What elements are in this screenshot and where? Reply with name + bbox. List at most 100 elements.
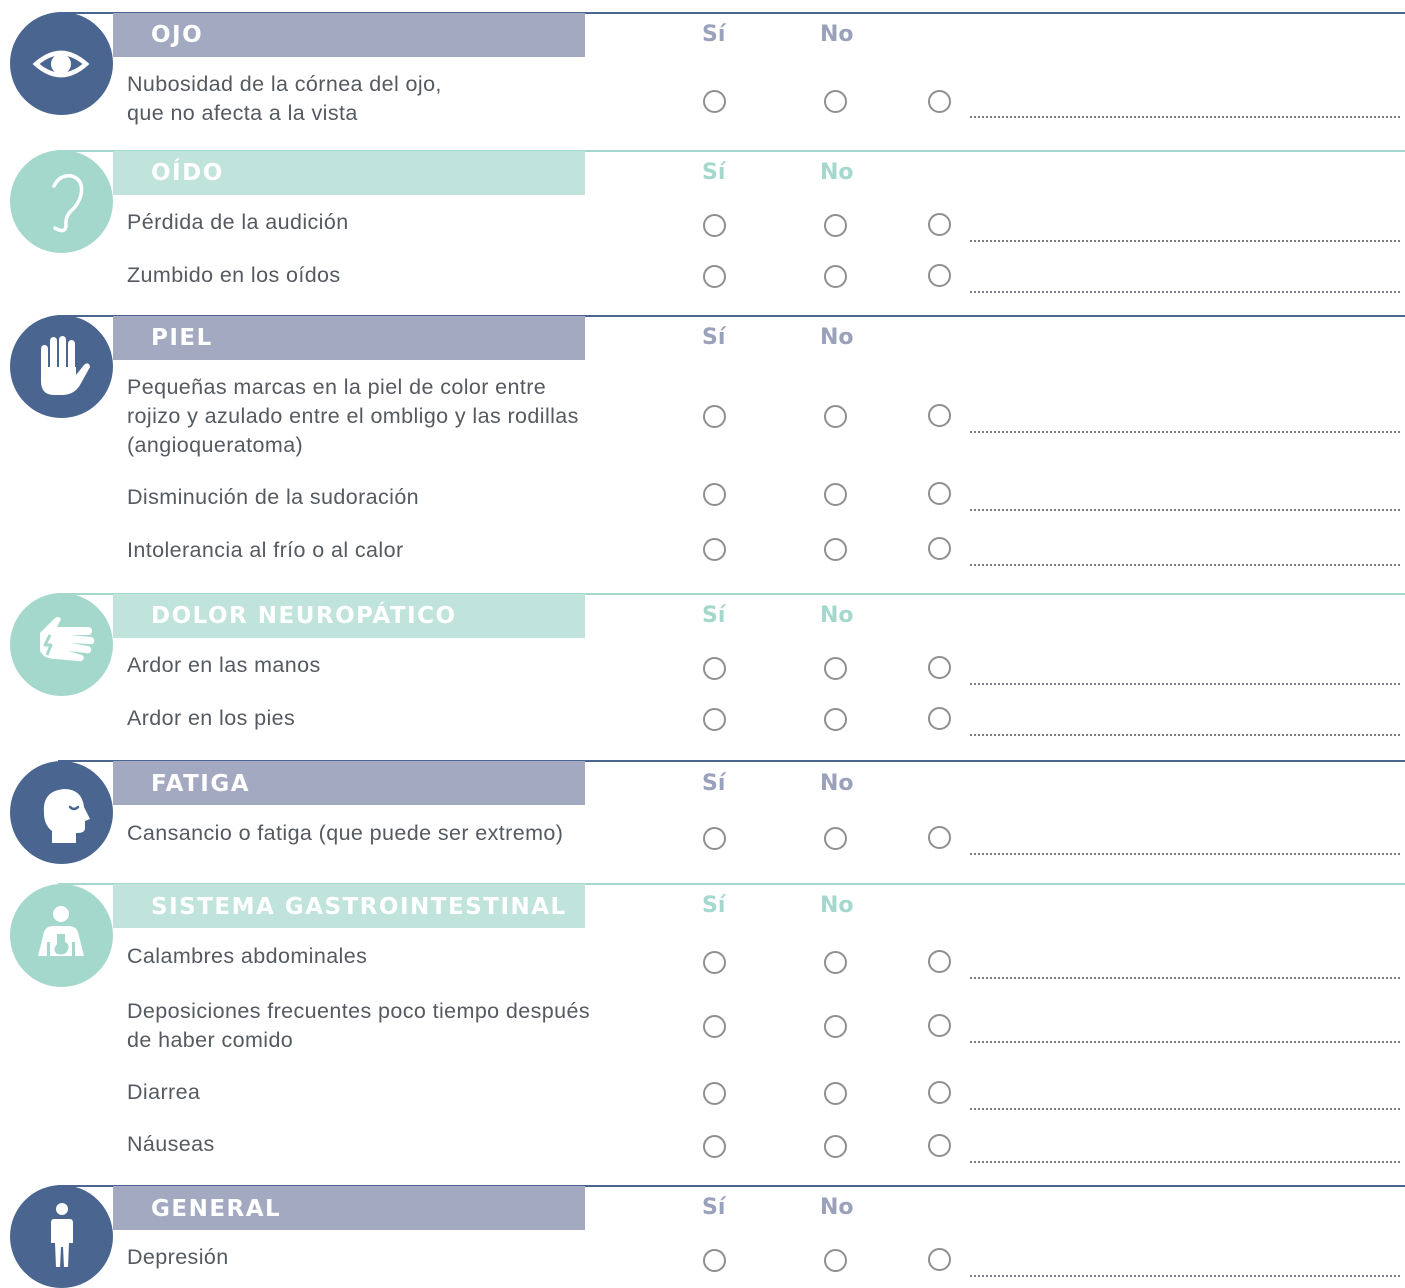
section-title: DOLOR NEUROPÁTICO [151, 603, 457, 629]
no-radio[interactable] [824, 1249, 847, 1272]
question-text: Disminución de la sudoración [127, 485, 420, 509]
question-text: Intolerancia al frío o al calor [127, 538, 404, 562]
other-radio[interactable] [928, 482, 951, 505]
person-icon [51, 1203, 73, 1267]
notes-line[interactable] [970, 853, 1400, 855]
other-radio[interactable] [928, 404, 951, 427]
other-radio[interactable] [928, 264, 951, 287]
no-header: No [820, 603, 854, 628]
yes-radio[interactable] [703, 951, 726, 974]
notes-line[interactable] [970, 431, 1400, 433]
yes-header: Sí [702, 160, 726, 185]
notes-line[interactable] [970, 116, 1400, 118]
no-radio[interactable] [824, 483, 847, 506]
question-text: Cansancio o fatiga (que puede ser extrem… [127, 821, 564, 845]
section-title: PIEL [151, 325, 213, 351]
section-title: OÍDO [151, 160, 224, 186]
other-radio[interactable] [928, 213, 951, 236]
section-icon-circle [10, 593, 113, 696]
notes-line[interactable] [970, 977, 1400, 979]
no-radio[interactable] [824, 951, 847, 974]
other-radio[interactable] [928, 90, 951, 113]
question-text: Zumbido en los oídos [127, 263, 341, 287]
notes-line[interactable] [970, 734, 1400, 736]
yes-radio[interactable] [703, 827, 726, 850]
other-radio[interactable] [928, 707, 951, 730]
notes-line[interactable] [970, 509, 1400, 511]
yes-header: Sí [702, 893, 726, 918]
section-title: FATIGA [151, 771, 251, 797]
yes-header: Sí [702, 771, 726, 796]
other-radio[interactable] [928, 950, 951, 973]
notes-line[interactable] [970, 1275, 1400, 1277]
question-text: Calambres abdominales [127, 944, 368, 968]
question-text: Pérdida de la audición [127, 210, 349, 234]
other-radio[interactable] [928, 656, 951, 679]
question-text: Náuseas [127, 1132, 215, 1156]
no-radio[interactable] [824, 657, 847, 680]
no-header: No [820, 325, 854, 350]
other-radio[interactable] [928, 1014, 951, 1037]
no-radio[interactable] [824, 708, 847, 731]
no-radio[interactable] [824, 90, 847, 113]
notes-line[interactable] [970, 1108, 1400, 1110]
question-text: Depresión [127, 1245, 229, 1269]
torso-stomach-icon [38, 906, 84, 956]
notes-line[interactable] [970, 1041, 1400, 1043]
eye-icon [32, 50, 90, 78]
no-radio[interactable] [824, 265, 847, 288]
yes-radio[interactable] [703, 708, 726, 731]
notes-line[interactable] [970, 564, 1400, 566]
no-header: No [820, 22, 854, 47]
question-text: Ardor en las manos [127, 653, 321, 677]
yes-radio[interactable] [703, 405, 726, 428]
notes-line[interactable] [970, 1161, 1400, 1163]
yes-radio[interactable] [703, 90, 726, 113]
no-header: No [820, 771, 854, 796]
notes-line[interactable] [970, 683, 1400, 685]
question-text: Ardor en los pies [127, 706, 296, 730]
no-radio[interactable] [824, 1015, 847, 1038]
yes-radio[interactable] [703, 265, 726, 288]
notes-line[interactable] [970, 240, 1400, 242]
yes-radio[interactable] [703, 214, 726, 237]
no-header: No [820, 1195, 854, 1220]
yes-header: Sí [702, 22, 726, 47]
notes-line[interactable] [970, 291, 1400, 293]
hand-icon [41, 336, 90, 395]
section-title: OJO [151, 22, 204, 48]
question-text: Nubosidad de la córnea del ojo, que no a… [127, 72, 442, 125]
other-radio[interactable] [928, 826, 951, 849]
question-text: Deposiciones frecuentes poco tiempo desp… [127, 999, 590, 1052]
yes-radio[interactable] [703, 483, 726, 506]
yes-radio[interactable] [703, 657, 726, 680]
yes-radio[interactable] [703, 1135, 726, 1158]
yes-header: Sí [702, 325, 726, 350]
yes-radio[interactable] [703, 1082, 726, 1105]
other-radio[interactable] [928, 537, 951, 560]
section-title: GENERAL [151, 1196, 282, 1222]
no-header: No [820, 893, 854, 918]
section-icon-circle [10, 315, 113, 418]
other-radio[interactable] [928, 1134, 951, 1157]
yes-header: Sí [702, 603, 726, 628]
other-radio[interactable] [928, 1248, 951, 1271]
no-radio[interactable] [824, 1135, 847, 1158]
no-radio[interactable] [824, 827, 847, 850]
tired-head-icon [43, 789, 90, 843]
no-radio[interactable] [824, 538, 847, 561]
other-radio[interactable] [928, 1081, 951, 1104]
section-icon-circle [10, 150, 113, 253]
no-radio[interactable] [824, 1082, 847, 1105]
yes-radio[interactable] [703, 538, 726, 561]
yes-header: Sí [702, 1195, 726, 1220]
question-text: Pequeñas marcas en la piel de color entr… [127, 375, 579, 457]
no-header: No [820, 160, 854, 185]
burning-hand-icon [40, 617, 95, 662]
no-radio[interactable] [824, 405, 847, 428]
yes-radio[interactable] [703, 1249, 726, 1272]
question-text: Diarrea [127, 1080, 201, 1104]
no-radio[interactable] [824, 214, 847, 237]
section-icon-circle [10, 884, 113, 987]
yes-radio[interactable] [703, 1015, 726, 1038]
